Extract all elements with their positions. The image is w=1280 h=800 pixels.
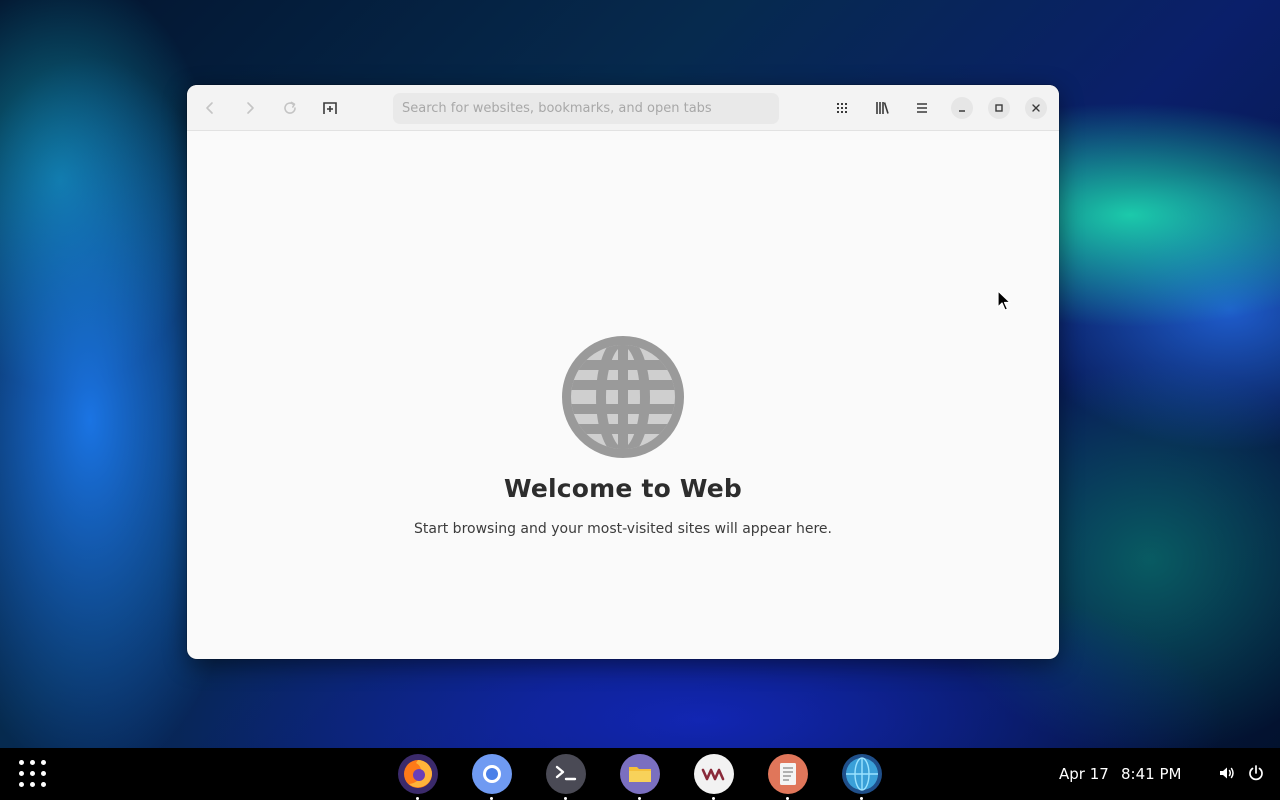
taskbar: Apr 17 8:41 PM	[0, 748, 1280, 800]
vm-icon	[694, 754, 734, 794]
files-icon	[620, 754, 660, 794]
app-grid-dot	[30, 760, 35, 765]
dock-files[interactable]	[619, 753, 661, 795]
back-button[interactable]	[195, 93, 225, 123]
dock-terminal[interactable]	[545, 753, 587, 795]
power-icon	[1249, 765, 1263, 781]
browser-window: Welcome to Web Start browsing and your m…	[187, 85, 1059, 659]
chromium-icon	[472, 754, 512, 794]
forward-button[interactable]	[235, 93, 265, 123]
back-icon	[206, 102, 213, 114]
dock-text-editor[interactable]	[767, 753, 809, 795]
dock-chromium[interactable]	[471, 753, 513, 795]
app-grid-dot	[41, 771, 46, 776]
dock-web-browser[interactable]	[841, 753, 883, 795]
dock-firefox[interactable]	[397, 753, 439, 795]
reload-button[interactable]	[275, 93, 305, 123]
mouse-cursor-icon	[997, 290, 1011, 311]
new-tab-page: Welcome to Web Start browsing and your m…	[187, 131, 1059, 659]
app-grid-dot	[19, 760, 24, 765]
forward-icon	[247, 102, 254, 114]
terminal-icon	[546, 754, 586, 794]
volume-icon	[1220, 767, 1234, 779]
new-tab-button[interactable]	[315, 93, 345, 123]
maximize-icon	[995, 104, 1003, 112]
reload-icon	[284, 101, 296, 114]
new-tab-icon	[323, 102, 337, 114]
app-grid-dot	[19, 771, 24, 776]
welcome-subtitle: Start browsing and your most-visited sit…	[414, 521, 832, 537]
url-search-input[interactable]	[393, 93, 779, 124]
menu-icon	[917, 103, 927, 113]
maximize-button[interactable]	[988, 97, 1010, 119]
welcome-title: Welcome to Web	[503, 474, 743, 503]
clock-date[interactable]: Apr 17	[1059, 765, 1109, 783]
app-grid-dot	[41, 782, 46, 787]
app-grid-dot	[30, 771, 35, 776]
minimize-icon	[959, 110, 965, 112]
app-grid-dot	[30, 782, 35, 787]
minimize-button[interactable]	[951, 97, 973, 119]
dock-virt-manager[interactable]	[693, 753, 735, 795]
firefox-icon	[398, 754, 438, 794]
web-browser-icon	[842, 754, 882, 794]
globe-icon	[562, 336, 684, 458]
bookmarks-icon	[876, 102, 889, 114]
volume-button[interactable]	[1218, 764, 1236, 782]
headerbar	[187, 85, 1059, 131]
bookmarks-button[interactable]	[867, 93, 897, 123]
close-icon	[1032, 104, 1040, 112]
app-grid-button[interactable]	[18, 759, 48, 789]
tabs-overview-icon	[837, 103, 847, 113]
clock-time[interactable]: 8:41 PM	[1121, 765, 1181, 783]
app-grid-dot	[41, 760, 46, 765]
text-editor-icon	[768, 754, 808, 794]
close-button[interactable]	[1025, 97, 1047, 119]
app-grid-dot	[19, 782, 24, 787]
power-button[interactable]	[1247, 764, 1265, 782]
tabs-overview-button[interactable]	[827, 93, 857, 123]
main-menu-button[interactable]	[907, 93, 937, 123]
